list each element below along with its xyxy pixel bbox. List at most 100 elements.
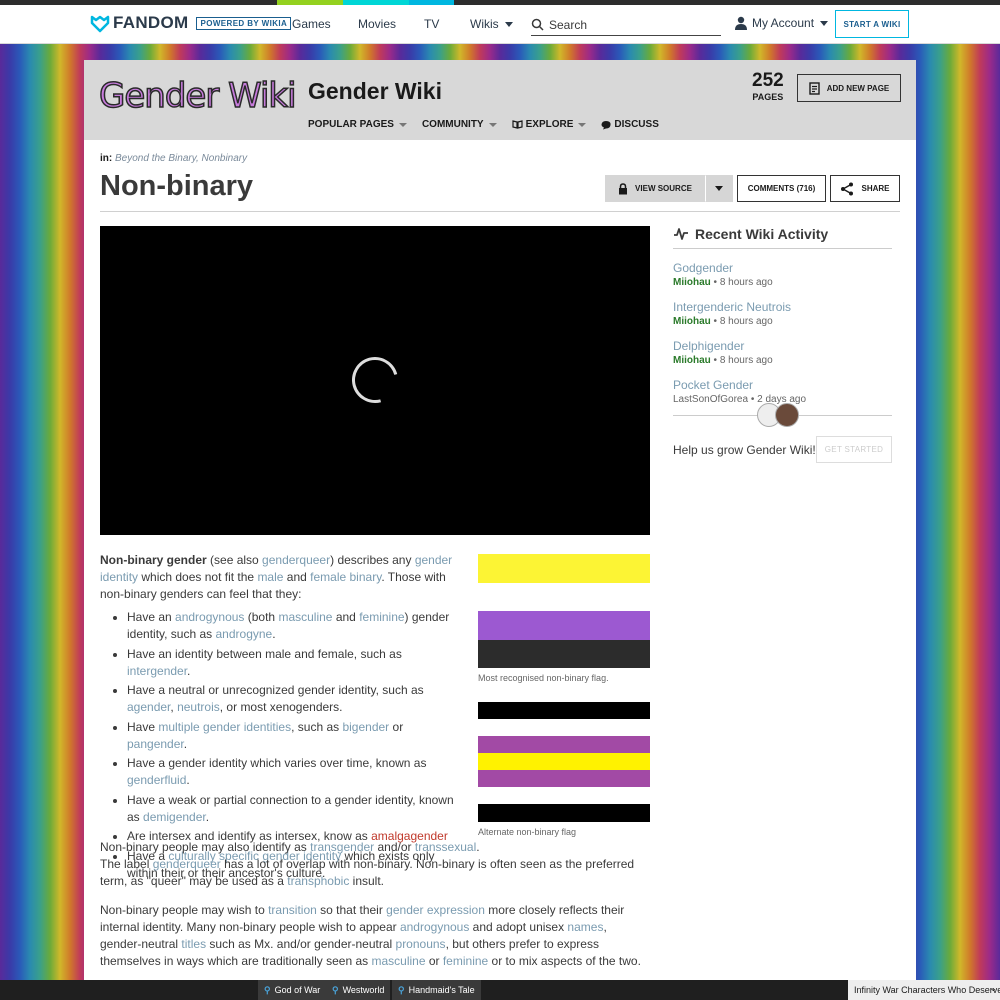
bottom-tab[interactable]: ⚲ Handmaid's Tale <box>392 980 482 1000</box>
add-new-page-button[interactable]: ADD NEW PAGE <box>797 74 901 102</box>
bottom-tab[interactable]: ⚲ Westworld <box>326 980 392 1000</box>
activity-item: Delphigender Miiohau • 8 hours ago <box>673 339 892 366</box>
contributor-avatars <box>757 403 799 427</box>
my-account-menu[interactable]: My Account <box>734 16 829 30</box>
activity-user[interactable]: Miiohau <box>673 355 711 366</box>
wiki-navigation: POPULAR PAGES COMMUNITY EXPLORE DISCUSS <box>308 119 659 130</box>
activity-item: Godgender Miiohau • 8 hours ago <box>673 261 892 288</box>
flag-stripe <box>478 719 650 736</box>
activity-meta: Miiohau • 8 hours ago <box>673 277 773 288</box>
activity-page-link[interactable]: Delphigender <box>673 339 892 353</box>
right-rail: Recent Wiki Activity Godgender Miiohau •… <box>673 226 892 463</box>
bottom-fan-feed-bar: ⚲ God of War ⚲ Westworld ⚲ Handmaid's Tale … <box>0 980 1000 1000</box>
wiki-title[interactable]: Gender Wiki <box>308 78 442 105</box>
activity-page-link[interactable]: Godgender <box>673 261 892 275</box>
list-item: Have an identity between male and female… <box>127 646 460 680</box>
nav-wikis[interactable]: Wikis <box>470 17 513 31</box>
view-source-label: VIEW SOURCE <box>635 184 692 193</box>
intro-paragraph: Non-binary gender (see also genderqueer)… <box>100 553 453 601</box>
activity-item: Pocket Gender LastSonOfGorea • 2 days ag… <box>673 378 892 405</box>
comments-button[interactable]: COMMENTS (716) <box>737 175 826 202</box>
list-item: Have a neutral or unrecognized gender id… <box>127 682 460 716</box>
wiki-wordmark[interactable]: Gender Wiki <box>98 75 297 117</box>
activity-user[interactable]: LastSonOfGorea <box>673 394 748 405</box>
search-placeholder: Search <box>549 17 588 32</box>
category-list: in: Beyond the Binary, Nonbinary <box>100 153 247 164</box>
flag-stripe <box>478 787 650 804</box>
nonbinary-flag-image[interactable] <box>478 554 650 668</box>
page-count-label: PAGES <box>752 92 784 102</box>
activity-page-link[interactable]: Pocket Gender <box>673 378 892 392</box>
wiki-nav-label: POPULAR PAGES <box>308 119 394 130</box>
activity-time: 8 hours ago <box>719 277 773 288</box>
wiki-container: Gender Wiki Gender Wiki POPULAR PAGES CO… <box>84 60 916 990</box>
wiki-nav-community[interactable]: COMMUNITY <box>422 119 497 130</box>
nav-wikis-label: Wikis <box>470 17 499 31</box>
activity-user[interactable]: Miiohau <box>673 277 711 288</box>
flag-stripe <box>478 804 650 822</box>
page-title: Non-binary <box>100 170 254 202</box>
fandom-wordmark: FANDOM <box>113 13 189 32</box>
activity-item: Intergenderic Neutrois Miiohau • 8 hours… <box>673 300 892 327</box>
get-started-button[interactable]: GET STARTED <box>816 436 892 463</box>
bottom-tab-label: Handmaid's Tale <box>408 985 475 995</box>
edit-dropdown-button[interactable] <box>705 175 733 202</box>
view-source-button[interactable]: VIEW SOURCE <box>605 175 705 202</box>
search-icon <box>531 18 544 31</box>
activity-page-link[interactable]: Intergenderic Neutrois <box>673 300 892 314</box>
chevron-down-icon <box>488 122 497 127</box>
bottom-tab-label: Westworld <box>342 985 385 995</box>
wiki-nav-discuss[interactable]: DISCUSS <box>601 119 659 130</box>
my-account-label: My Account <box>752 16 815 30</box>
recent-activity-title: Recent Wiki Activity <box>695 226 829 242</box>
flag-stripe <box>478 611 650 640</box>
wiki-nav-popular-pages[interactable]: POPULAR PAGES <box>308 119 407 130</box>
flag-stripe <box>478 702 650 719</box>
collapse-icon[interactable]: ⌄ <box>989 983 997 994</box>
categories-label: in: <box>100 153 113 164</box>
bottom-tab[interactable]: ⚲ God of War <box>258 980 328 1000</box>
nav-games[interactable]: Games <box>292 17 331 31</box>
recent-activity-heading: Recent Wiki Activity <box>673 226 892 249</box>
chevron-down-icon <box>820 20 829 26</box>
search-input[interactable]: Search <box>531 14 721 36</box>
start-a-wiki-button[interactable]: START A WIKI <box>835 10 909 38</box>
pin-icon: ⚲ <box>332 984 339 995</box>
flag-stripe <box>478 753 650 770</box>
chevron-down-icon <box>398 122 407 127</box>
flag1-caption: Most recognised non-binary flag. <box>478 673 609 683</box>
chevron-down-icon <box>504 22 513 28</box>
avatar[interactable] <box>775 403 799 427</box>
chevron-down-icon <box>715 186 723 191</box>
lock-icon <box>619 182 628 194</box>
flag-stripe <box>478 582 650 611</box>
title-divider <box>100 211 900 212</box>
flag-stripe <box>478 554 650 583</box>
fandom-logo[interactable]: FANDOM POWERED BY WIKIA <box>90 13 292 33</box>
bottom-promo-text: Infinity War Characters Who Deserve <box>854 985 1000 995</box>
book-icon <box>512 120 523 129</box>
nav-movies[interactable]: Movies <box>358 17 396 31</box>
share-icon <box>841 182 854 195</box>
video-player[interactable] <box>100 226 650 535</box>
page-add-icon <box>809 81 820 95</box>
article-intro: Non-binary gender (see also genderqueer)… <box>100 552 460 884</box>
add-new-page-label: ADD NEW PAGE <box>826 83 890 93</box>
activity-user[interactable]: Miiohau <box>673 316 711 327</box>
share-button[interactable]: SHARE <box>830 175 900 202</box>
alternate-flag-image[interactable] <box>478 702 650 822</box>
chevron-down-icon <box>578 122 587 127</box>
page-count-number: 252 <box>752 70 784 91</box>
pin-icon: ⚲ <box>398 984 405 995</box>
nav-tv[interactable]: TV <box>424 17 439 31</box>
wiki-nav-explore[interactable]: EXPLORE <box>512 119 587 130</box>
bottom-promo[interactable]: Infinity War Characters Who Deserve ⌄ <box>848 980 1000 1000</box>
flag2-caption: Alternate non-binary flag <box>478 827 577 837</box>
paragraph-transition: Non-binary people may wish to transition… <box>100 903 641 968</box>
categories-links[interactable]: Beyond the Binary, Nonbinary <box>115 153 247 164</box>
speech-bubble-icon <box>601 120 611 129</box>
activity-meta: Miiohau • 8 hours ago <box>673 355 773 366</box>
activity-time: 8 hours ago <box>719 355 773 366</box>
wiki-nav-label: EXPLORE <box>525 119 574 130</box>
loading-spinner-icon <box>343 348 407 412</box>
